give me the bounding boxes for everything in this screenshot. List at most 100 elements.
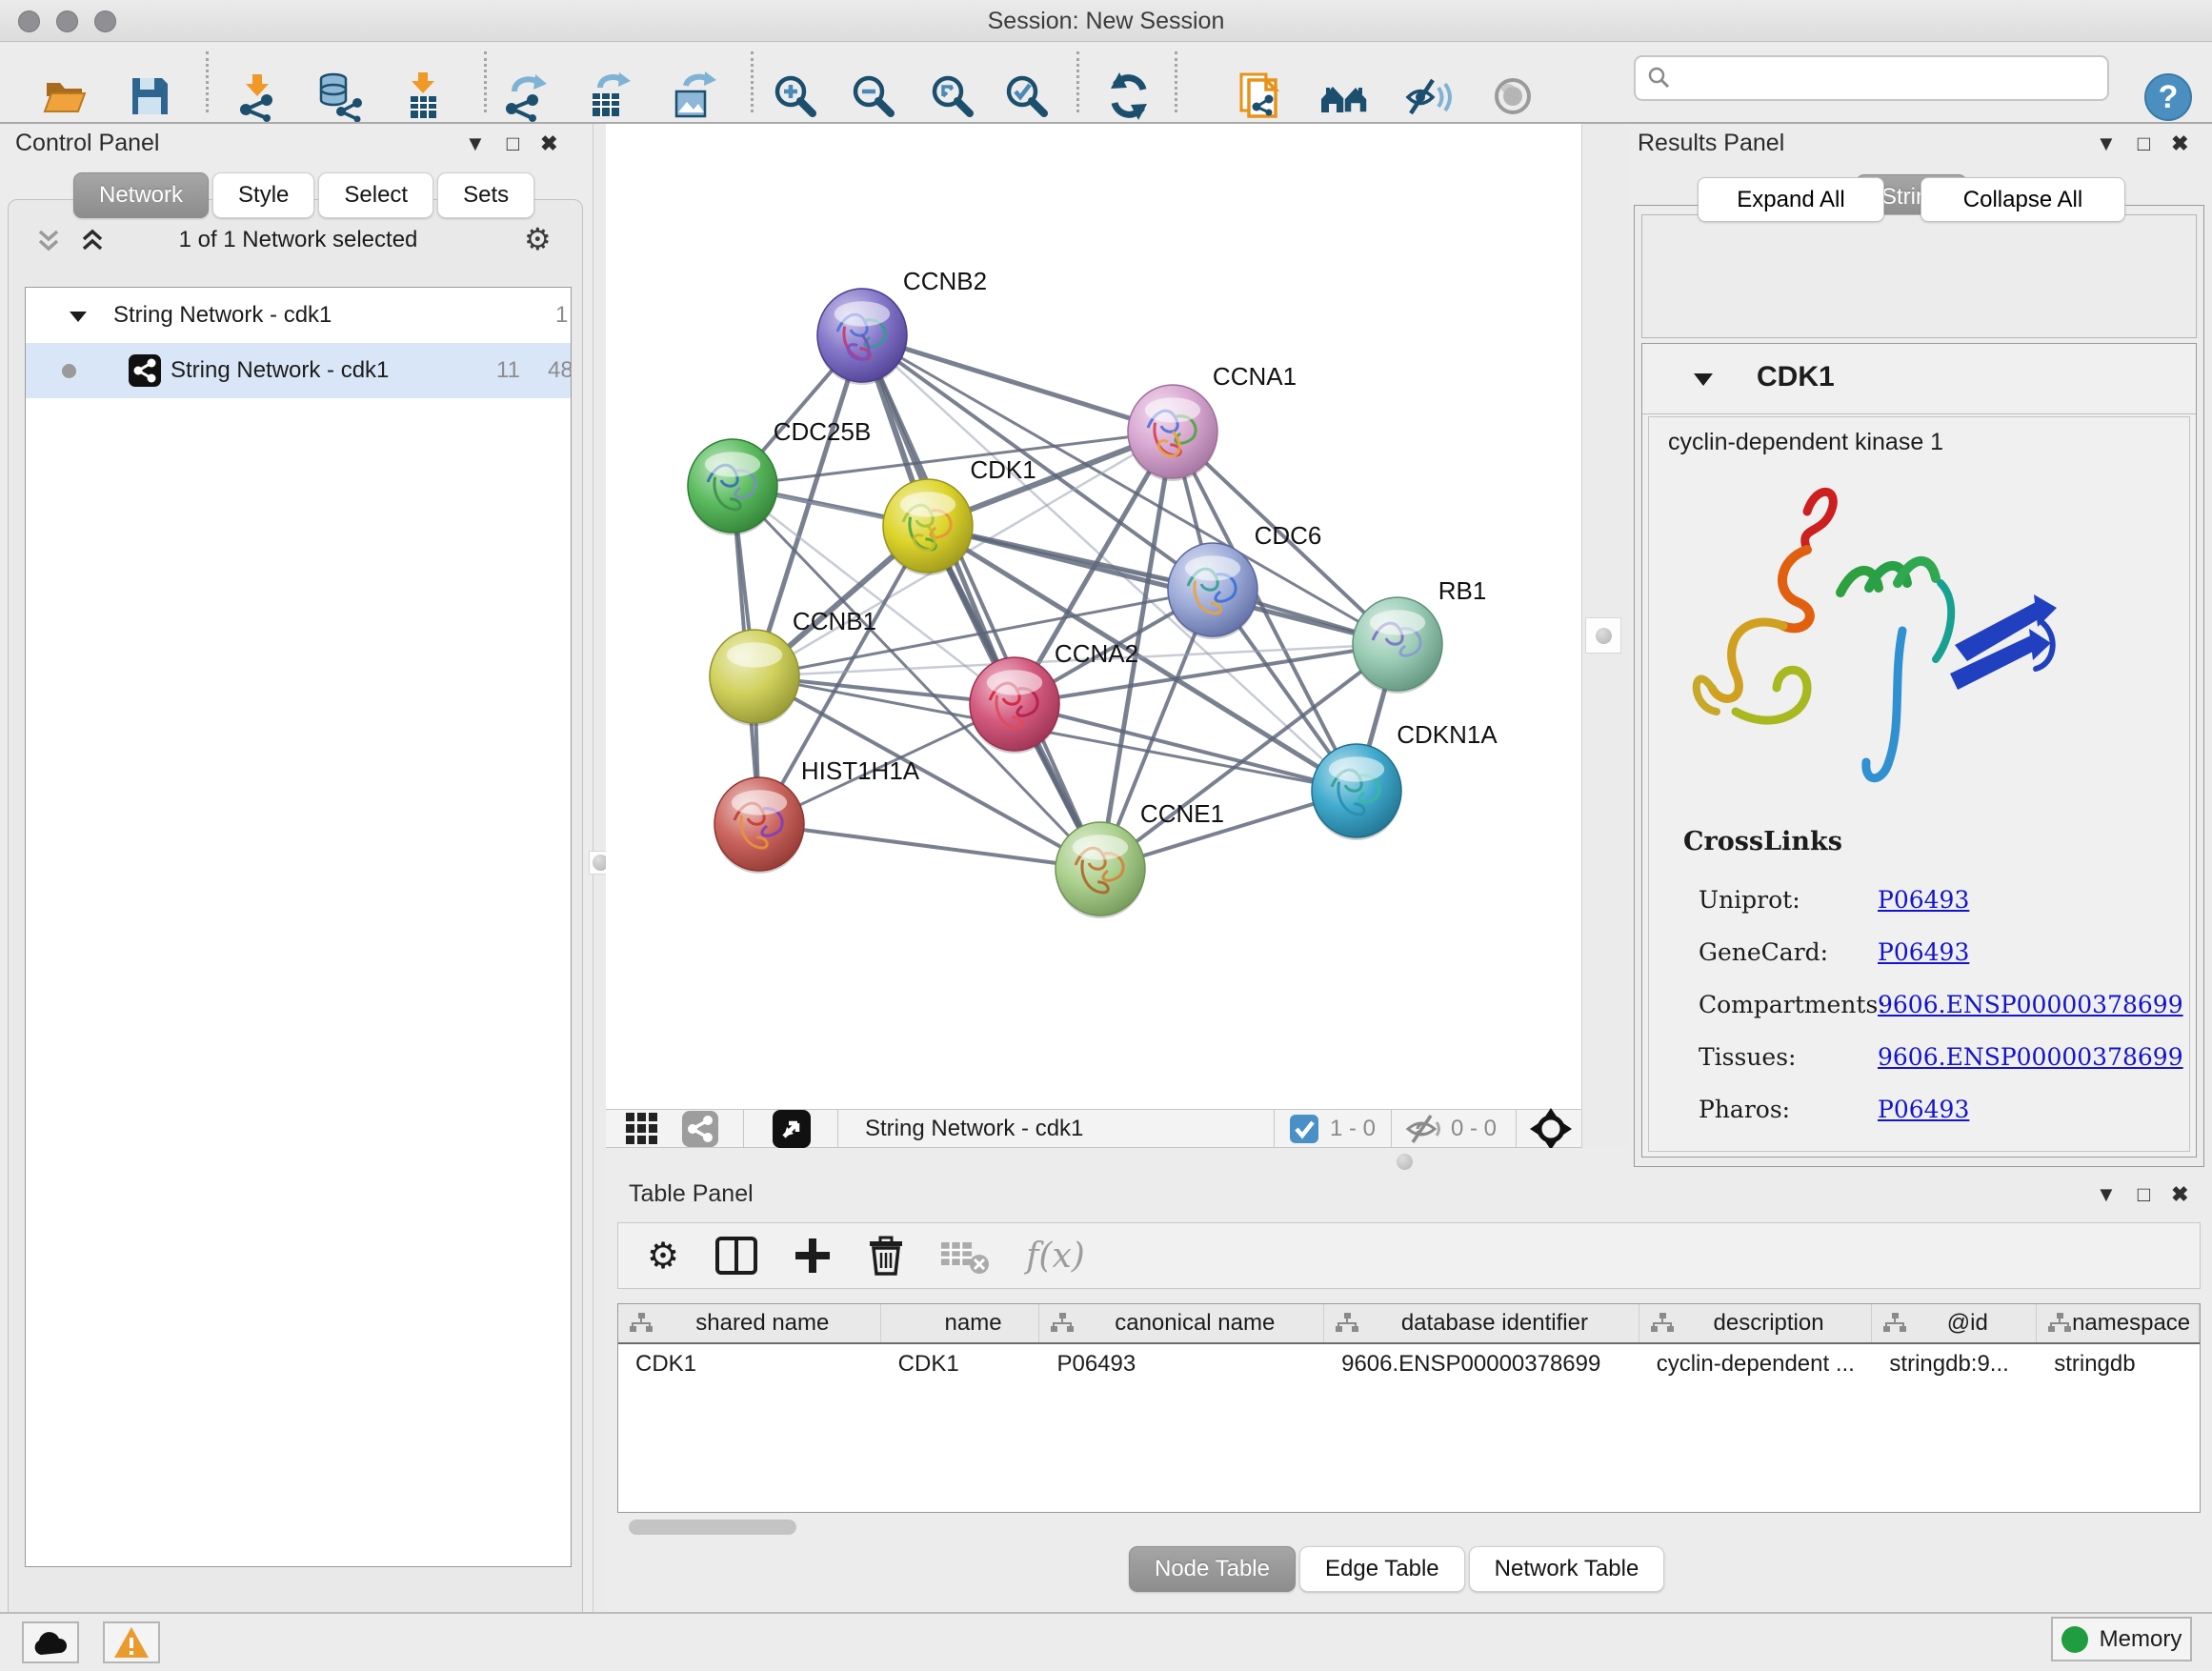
maximize-panel-icon[interactable]: □ bbox=[507, 131, 519, 156]
graph-node-CCNB1[interactable] bbox=[710, 630, 799, 726]
new-network-from-selection-icon[interactable] bbox=[1233, 70, 1286, 123]
table-options-gear-icon[interactable]: ⚙ bbox=[647, 1235, 679, 1278]
crosslink-genecard-link[interactable]: P06493 bbox=[1878, 938, 1969, 966]
hidden-node-edge-counts: 0 - 0 bbox=[1451, 1116, 1497, 1142]
cell-name[interactable]: CDK1 bbox=[881, 1344, 1040, 1382]
show-columns-icon[interactable] bbox=[715, 1237, 757, 1275]
help-icon[interactable]: ? bbox=[2143, 72, 2193, 122]
zoom-in-icon[interactable] bbox=[769, 70, 822, 123]
maximize-panel-icon[interactable]: □ bbox=[2138, 131, 2150, 156]
save-session-icon[interactable] bbox=[123, 70, 176, 123]
export-network-icon[interactable] bbox=[498, 70, 552, 123]
open-session-icon[interactable] bbox=[38, 70, 91, 123]
warning-status-icon[interactable] bbox=[103, 1621, 160, 1663]
selected-checkbox-icon[interactable] bbox=[1290, 1115, 1318, 1143]
crosslink-uniprot-link[interactable]: P06493 bbox=[1878, 886, 1969, 914]
crosslink-compartments-link[interactable]: 9606.ENSP00000378699 bbox=[1878, 991, 2183, 1018]
splitter-handle[interactable] bbox=[1585, 617, 1621, 654]
tab-edge-table[interactable]: Edge Table bbox=[1299, 1546, 1465, 1592]
export-image-icon[interactable] bbox=[666, 70, 719, 123]
graph-node-RB1[interactable] bbox=[1353, 597, 1442, 694]
zoom-selected-icon[interactable] bbox=[1000, 70, 1054, 123]
search-input[interactable] bbox=[1672, 58, 2107, 98]
right-panel-splitter[interactable] bbox=[1581, 124, 1630, 1175]
network-options-gear-icon[interactable]: ⚙ bbox=[524, 221, 552, 257]
tab-select[interactable]: Select bbox=[318, 172, 433, 218]
import-network-from-file-icon[interactable] bbox=[231, 70, 284, 123]
graph-edge-HIST1H1A-CCNE1[interactable] bbox=[759, 824, 1100, 869]
cell-description[interactable]: cyclin-dependent ... bbox=[1639, 1344, 1873, 1382]
import-table-from-file-icon[interactable] bbox=[396, 70, 450, 123]
tab-sets[interactable]: Sets bbox=[437, 172, 534, 218]
float-panel-icon[interactable]: ▼ bbox=[465, 131, 486, 156]
graph-node-CCNA1[interactable] bbox=[1128, 385, 1217, 481]
column-header-shared-name[interactable]: shared name bbox=[618, 1304, 881, 1342]
fit-selected-crosshair-icon[interactable] bbox=[1530, 1108, 1572, 1150]
show-all-icon[interactable] bbox=[1486, 70, 1539, 123]
maximize-panel-icon[interactable]: □ bbox=[2138, 1182, 2150, 1207]
graph-node-CDC6[interactable] bbox=[1168, 543, 1257, 639]
expand-all-button[interactable]: Expand All bbox=[1698, 177, 1884, 222]
memory-button[interactable]: Memory bbox=[2051, 1617, 2192, 1661]
cell-database-identifier[interactable]: 9606.ENSP00000378699 bbox=[1324, 1344, 1639, 1382]
column-header-database-identifier[interactable]: database identifier bbox=[1324, 1304, 1639, 1342]
splitter-handle[interactable] bbox=[1397, 1154, 1413, 1170]
tab-style[interactable]: Style bbox=[212, 172, 314, 218]
close-panel-icon[interactable]: ✖ bbox=[540, 131, 557, 156]
graph-node-CCNE1[interactable] bbox=[1056, 822, 1145, 918]
horizontal-splitter[interactable] bbox=[606, 1148, 1626, 1175]
collapse-arrow-icon[interactable] bbox=[1692, 371, 1715, 388]
cell-shared-name[interactable]: CDK1 bbox=[618, 1344, 881, 1382]
refresh-icon[interactable] bbox=[1102, 70, 1156, 123]
float-panel-icon[interactable]: ▼ bbox=[2096, 131, 2117, 156]
close-panel-icon[interactable]: ✖ bbox=[2171, 131, 2188, 156]
column-header-canonical-name[interactable]: canonical name bbox=[1039, 1304, 1324, 1342]
crosslink-tissues-link[interactable]: 9606.ENSP00000378699 bbox=[1878, 1043, 2183, 1071]
table-horizontal-scrollbar[interactable] bbox=[629, 1520, 796, 1535]
cell-@id[interactable]: stringdb:9... bbox=[1872, 1344, 2037, 1382]
tab-network[interactable]: Network bbox=[73, 172, 209, 218]
network-collection-row[interactable]: String Network - cdk1 1 bbox=[26, 288, 571, 343]
export-table-icon[interactable] bbox=[582, 70, 635, 123]
graph-edge-CCNB2-CCNE1[interactable] bbox=[862, 335, 1100, 869]
network-graph[interactable]: CCNB2CCNA1CDC25BCDK1CDC6RB1CCNB1CCNA2CDK… bbox=[606, 124, 1581, 1109]
column-header-@id[interactable]: @id bbox=[1872, 1304, 2037, 1342]
column-header-namespace[interactable]: namespace bbox=[2037, 1304, 2200, 1342]
network-row[interactable]: String Network - cdk1 11 48 bbox=[26, 343, 571, 398]
graph-node-CDKN1A[interactable] bbox=[1312, 744, 1401, 840]
delete-table-icon[interactable] bbox=[940, 1237, 990, 1275]
create-column-icon[interactable] bbox=[794, 1237, 832, 1275]
crosslink-pharos-link[interactable]: P06493 bbox=[1878, 1096, 1969, 1123]
graph-node-CCNB2[interactable] bbox=[817, 289, 907, 385]
network-overview-icon[interactable] bbox=[682, 1111, 718, 1147]
float-panel-icon[interactable]: ▼ bbox=[2096, 1182, 2117, 1207]
tab-network-table[interactable]: Network Table bbox=[1469, 1546, 1665, 1592]
first-neighbors-icon[interactable] bbox=[1317, 70, 1371, 123]
column-header-name[interactable]: name bbox=[881, 1304, 1040, 1342]
delete-columns-icon[interactable] bbox=[868, 1236, 904, 1276]
import-network-from-database-icon[interactable] bbox=[312, 70, 365, 123]
graph-edge-CDK1-RB1[interactable] bbox=[928, 526, 1398, 644]
graph-node-CDK1[interactable] bbox=[883, 479, 973, 575]
gene-card-header[interactable]: CDK1 bbox=[1642, 344, 2196, 414]
cell-canonical-name[interactable]: P06493 bbox=[1039, 1344, 1324, 1382]
cell-namespace[interactable]: stringdb bbox=[2037, 1344, 2200, 1382]
table-row[interactable]: CDK1CDK1P064939606.ENSP00000378699cyclin… bbox=[618, 1344, 2200, 1382]
tab-node-table[interactable]: Node Table bbox=[1129, 1546, 1296, 1592]
function-builder-icon[interactable]: f(x) bbox=[1026, 1237, 1085, 1276]
collapse-all-button[interactable]: Collapse All bbox=[1920, 177, 2125, 222]
graph-edge-CCNB2-CCNA1[interactable] bbox=[862, 335, 1173, 432]
export-view-icon[interactable] bbox=[773, 1110, 811, 1148]
cloud-status-icon[interactable] bbox=[22, 1621, 79, 1663]
close-panel-icon[interactable]: ✖ bbox=[2171, 1182, 2188, 1207]
hide-selected-icon[interactable] bbox=[1401, 70, 1455, 123]
zoom-fit-icon[interactable] bbox=[926, 70, 979, 123]
column-header-description[interactable]: description bbox=[1639, 1304, 1873, 1342]
graph-node-CDC25B[interactable] bbox=[688, 439, 777, 535]
zoom-out-icon[interactable] bbox=[847, 70, 900, 123]
network-canvas[interactable]: CCNB2CCNA1CDC25BCDK1CDC6RB1CCNB1CCNA2CDK… bbox=[606, 124, 1581, 1148]
collapse-arrow-icon[interactable] bbox=[68, 309, 89, 324]
birds-eye-view-icon[interactable] bbox=[625, 1112, 659, 1146]
graph-node-HIST1H1A[interactable] bbox=[714, 777, 804, 874]
graph-node-CCNA2[interactable] bbox=[970, 657, 1059, 754]
